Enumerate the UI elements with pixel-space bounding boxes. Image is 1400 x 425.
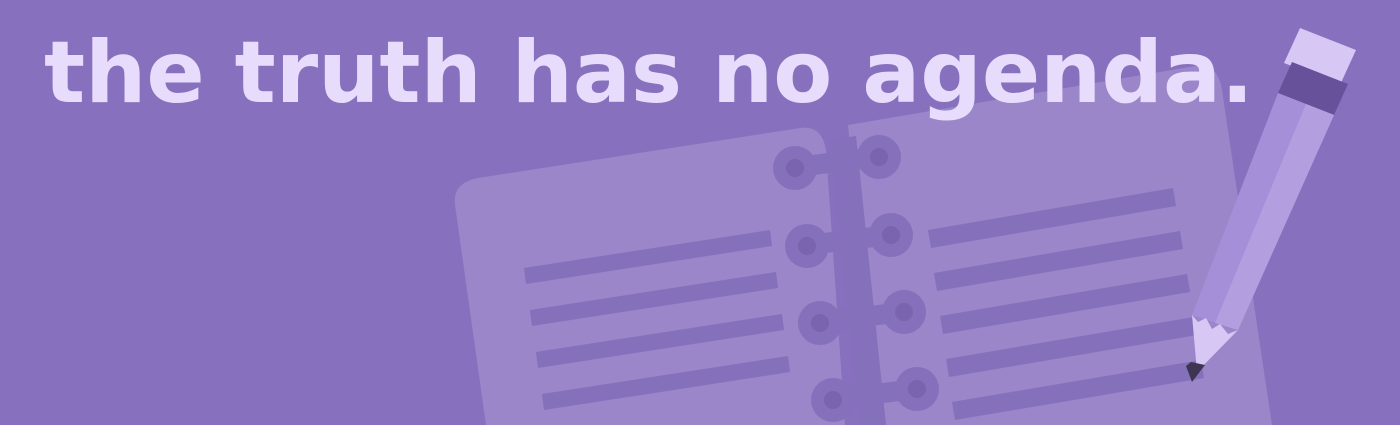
- headline-text: the truth has no agenda.: [44, 23, 1254, 123]
